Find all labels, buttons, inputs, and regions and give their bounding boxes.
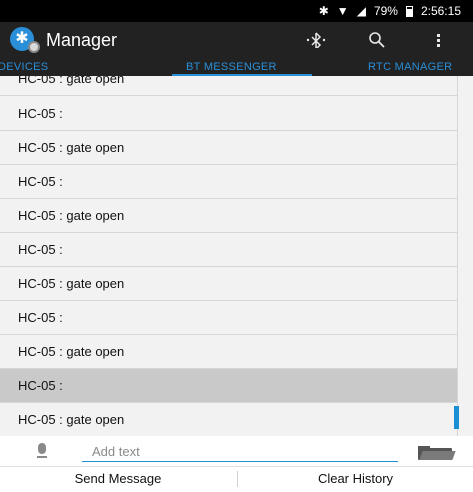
action-bar: ✱ Manager — [0, 22, 473, 58]
overflow-menu-icon[interactable] — [424, 22, 452, 58]
microphone-icon[interactable] — [37, 443, 47, 459]
clear-history-button[interactable]: Clear History — [238, 466, 473, 492]
battery-icon — [405, 5, 413, 17]
folder-icon[interactable] — [418, 446, 456, 460]
message-row[interactable]: HC-05 : — [0, 165, 457, 199]
battery-percent: 79% — [373, 4, 398, 18]
message-row[interactable]: HC-05 : gate open — [0, 335, 457, 369]
message-row-selected[interactable]: HC-05 : — [0, 369, 457, 403]
message-row[interactable]: HC-05 : — [0, 301, 457, 335]
message-input[interactable] — [82, 442, 398, 462]
message-list[interactable]: HC-05 : gate open HC-05 : HC-05 : gate o… — [0, 76, 473, 436]
signal-icon: ◢ — [356, 4, 366, 18]
bluetooth-connect-icon[interactable] — [302, 22, 330, 58]
bluetooth-icon: ✱ — [318, 4, 329, 18]
tab-devices[interactable]: DEVICES — [0, 58, 48, 76]
app-title: Manager — [46, 29, 118, 50]
scrollbar-track — [457, 76, 458, 436]
tab-rtc-manager[interactable]: RTC MANAGER — [368, 58, 452, 76]
wifi-icon: ▼ — [336, 4, 349, 18]
send-message-button[interactable]: Send Message — [0, 466, 236, 492]
message-row[interactable]: HC-05 : gate open — [0, 267, 457, 301]
app-logo-icon: ✱ — [10, 27, 40, 53]
message-row[interactable]: HC-05 : gate open — [0, 199, 457, 233]
clock: 2:56:15 — [420, 4, 461, 18]
message-row[interactable]: HC-05 : gate open — [0, 76, 457, 96]
message-row[interactable]: HC-05 : — [0, 233, 457, 267]
message-row[interactable]: HC-05 : — [0, 97, 457, 131]
scrollbar-thumb[interactable] — [454, 406, 459, 429]
status-bar: ✱ ▼ ◢ 79% 2:56:15 — [0, 0, 473, 22]
search-icon[interactable] — [363, 22, 391, 58]
message-row[interactable]: HC-05 : gate open — [0, 131, 457, 165]
message-row[interactable]: HC-05 : gate open — [0, 403, 457, 436]
